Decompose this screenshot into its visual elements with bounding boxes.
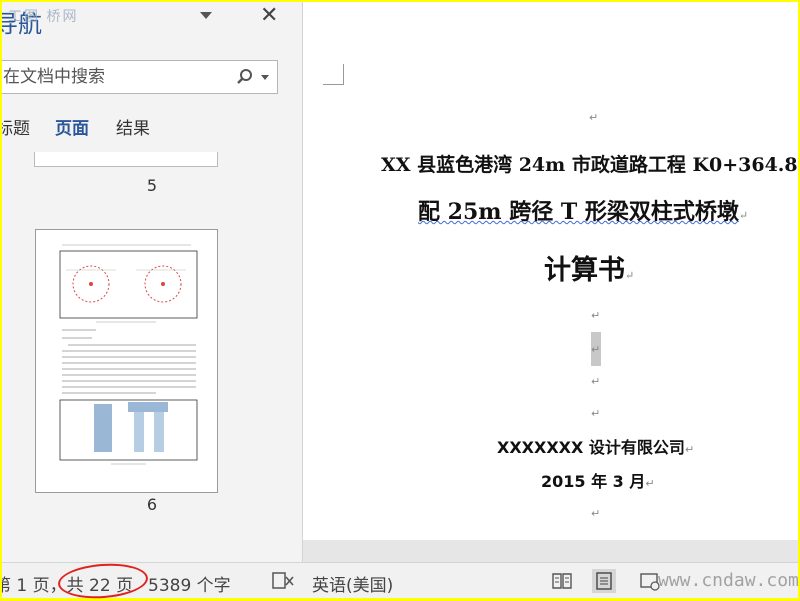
paragraph-mark: ↵ (591, 375, 601, 388)
page-number-label: 5 (146, 176, 158, 195)
company-name[interactable]: XXXXXXX 设计有限公司↵ (497, 434, 694, 458)
close-icon[interactable]: ✕ (260, 4, 278, 28)
page-thumbnail-5[interactable] (34, 152, 218, 167)
title-line-3[interactable]: 计算书↵ (544, 248, 634, 287)
paragraph-mark: ↵ (591, 343, 601, 356)
nav-options-dropdown-icon[interactable] (200, 12, 212, 19)
search-icon[interactable] (235, 67, 255, 87)
margin-corner-mark (323, 64, 344, 85)
document-area[interactable]: ↵ XX 县蓝色港湾 24m 市政道路工程 K0+364.812 配 25m 跨… (303, 2, 798, 562)
read-mode-icon[interactable] (550, 569, 574, 593)
page-thumbnail-content (59, 244, 198, 465)
paragraph-mark: ↵ (684, 443, 695, 456)
paragraph-mark: ↵ (591, 407, 601, 420)
title-line-2-text: 配 25m 跨径 T 形梁双柱式桥墩 (418, 199, 739, 225)
print-layout-icon[interactable] (592, 569, 616, 593)
paragraph-mark: ↵ (625, 269, 635, 282)
page-thumbnail-6[interactable] (35, 229, 218, 493)
title-line-1[interactable]: XX 县蓝色港湾 24m 市政道路工程 K0+364.812 (381, 150, 798, 177)
paragraph-mark: ↵ (645, 477, 655, 490)
paragraph-mark: ↵ (591, 309, 601, 322)
tab-headings[interactable]: 标题 (2, 114, 30, 139)
paragraph-mark: ↵ (589, 111, 599, 124)
word-count-status[interactable]: 5389 个字 (148, 571, 231, 596)
tab-results[interactable]: 结果 (116, 114, 150, 139)
watermark-logo: 工图 桥网 (8, 9, 79, 25)
tab-pages[interactable]: 页面 (55, 114, 89, 139)
document-date[interactable]: 2015 年 3 月↵ (541, 468, 655, 492)
title-line-2[interactable]: 配 25m 跨径 T 形梁双柱式桥墩↵ (418, 194, 748, 226)
search-options-dropdown-icon[interactable] (261, 75, 269, 80)
title-line-3-text: 计算书 (544, 255, 625, 286)
search-box[interactable] (2, 60, 278, 94)
search-input[interactable] (2, 61, 231, 93)
proofing-icon[interactable] (272, 571, 294, 591)
watermark-url: www.cndaw.com (658, 570, 798, 591)
page-thumbnail-list[interactable]: 5 6 (2, 152, 302, 562)
document-date-text: 2015 年 3 月 (541, 472, 646, 491)
navigation-pane: 导航 工图 桥网 ✕ 标题 页面 结果 5 (2, 2, 303, 562)
language-status[interactable]: 英语(美国) (312, 571, 393, 596)
paragraph-mark: ↵ (738, 209, 749, 222)
paragraph-mark: ↵ (591, 507, 601, 520)
page-number-label: 6 (146, 495, 158, 514)
company-name-text: XXXXXXX 设计有限公司 (497, 438, 685, 457)
document-page[interactable]: ↵ XX 县蓝色港湾 24m 市政道路工程 K0+364.812 配 25m 跨… (303, 2, 798, 540)
word-window: 导航 工图 桥网 ✕ 标题 页面 结果 5 (2, 2, 798, 598)
